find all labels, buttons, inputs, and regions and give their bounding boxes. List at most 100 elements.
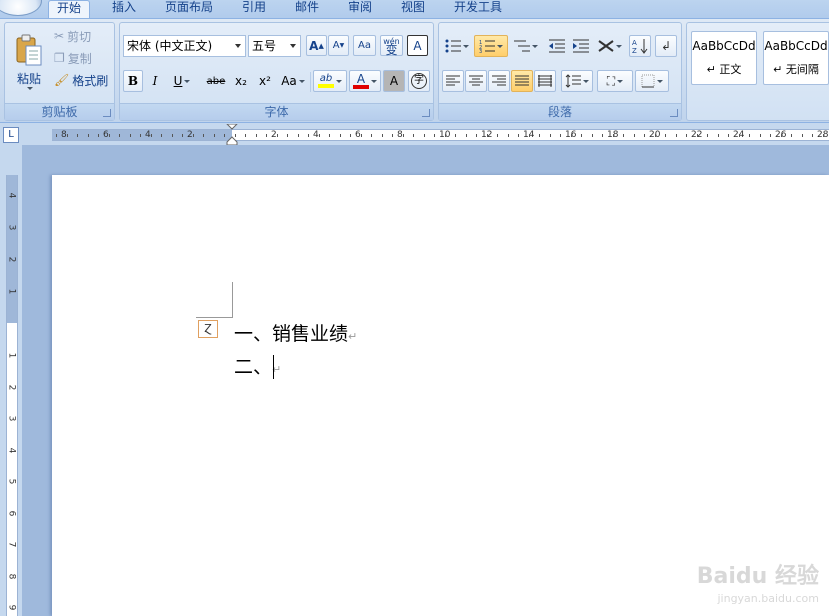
- ruler-tick: [759, 134, 761, 137]
- justify-icon: [515, 75, 529, 86]
- justify-button[interactable]: [511, 70, 533, 92]
- scissors-icon: ✂: [54, 29, 65, 43]
- subscript-button[interactable]: x₂: [230, 70, 252, 92]
- chevron-down-icon: [657, 79, 663, 83]
- character-shading-button[interactable]: A: [383, 70, 405, 92]
- clipboard-group: 粘贴 ✂ 剪切 ❐ 复制 🖌 格式刷 剪贴板: [4, 22, 115, 121]
- chevron-down-icon: [290, 44, 296, 48]
- multilevel-list-button[interactable]: [510, 35, 542, 57]
- list-item[interactable]: 一、销售业绩↵: [234, 323, 357, 348]
- ruler-tick: [150, 134, 152, 137]
- increase-indent-button[interactable]: [570, 35, 592, 57]
- paste-label: 粘贴: [16, 72, 41, 86]
- paragraph-launcher-icon[interactable]: [670, 109, 678, 117]
- style-normal[interactable]: AaBbCcDd ↵ 正文: [691, 31, 757, 85]
- font-size-dropdown[interactable]: 五号: [248, 35, 301, 57]
- chinese-layout-icon: [598, 40, 614, 52]
- tab-selector-button[interactable]: L: [3, 127, 19, 143]
- strikethrough-button[interactable]: abe: [204, 70, 228, 92]
- watermark: Baidu 经验 jingyan.baidu.com: [697, 566, 819, 610]
- paste-icon: [16, 34, 42, 66]
- watermark-url: jingyan.baidu.com: [717, 592, 819, 605]
- ruler-tick: [129, 134, 131, 137]
- tab-developer[interactable]: 开发工具: [446, 0, 510, 18]
- align-left-button[interactable]: [442, 70, 464, 92]
- ruler-strip[interactable]: 8642246810121416182022242628: [52, 124, 829, 146]
- tab-page-layout[interactable]: 页面布局: [157, 0, 221, 18]
- decrease-indent-button[interactable]: [546, 35, 568, 57]
- autocorrect-options-icon[interactable]: Ɀ: [198, 320, 218, 338]
- copy-icon: ❐: [54, 51, 65, 65]
- align-right-button[interactable]: [488, 70, 510, 92]
- ruler-tick: [612, 134, 614, 137]
- tab-mailings[interactable]: 邮件: [287, 0, 327, 18]
- highlight-button[interactable]: ab: [313, 70, 347, 92]
- cut-button[interactable]: ✂ 剪切: [53, 26, 113, 46]
- document-page[interactable]: Ɀ 一、销售业绩↵ 二、↵: [52, 175, 829, 616]
- clipboard-launcher-icon[interactable]: [103, 109, 111, 117]
- style-no-spacing[interactable]: AaBbCcDd ↵ 无间隔: [763, 31, 829, 85]
- italic-button[interactable]: I: [145, 70, 165, 92]
- tab-review[interactable]: 审阅: [340, 0, 380, 18]
- enclose-characters-button[interactable]: 字: [408, 70, 430, 92]
- align-right-icon: [492, 75, 506, 86]
- vertical-ruler-number: 4: [6, 447, 17, 453]
- ruler-tick: [224, 134, 225, 137]
- office-button[interactable]: [0, 0, 42, 16]
- font-color-button[interactable]: A: [349, 70, 381, 92]
- ruler-tick: [675, 134, 677, 137]
- format-painter-button[interactable]: 🖌 格式刷: [53, 70, 115, 90]
- phonetic-guide-button[interactable]: wén 变: [380, 35, 403, 56]
- ruler-tick: [717, 134, 719, 137]
- bullets-button[interactable]: [442, 35, 472, 57]
- line-spacing-button[interactable]: [561, 70, 593, 92]
- ruler-tick: [476, 134, 477, 137]
- indent-marker-icon[interactable]: [226, 124, 238, 146]
- copy-label: 复制: [67, 51, 92, 66]
- clear-format-button[interactable]: Aa: [353, 35, 376, 56]
- chevron-down-icon: [235, 44, 241, 48]
- align-center-button[interactable]: [465, 70, 487, 92]
- pilcrow-icon: ↲: [660, 39, 672, 53]
- ruler-tick: [287, 134, 288, 137]
- tab-home[interactable]: 开始: [48, 0, 91, 18]
- borders-button[interactable]: [635, 70, 669, 92]
- ruler-tick: [497, 134, 498, 137]
- vertical-ruler-number: 5: [6, 478, 17, 485]
- strikethrough-icon: abe: [206, 75, 226, 87]
- distributed-button[interactable]: [534, 70, 556, 92]
- shrink-font-button[interactable]: A ▼: [328, 35, 349, 56]
- show-marks-button[interactable]: ↲: [655, 35, 677, 57]
- font-name-dropdown[interactable]: 宋体 (中文正文): [123, 35, 246, 57]
- tab-view[interactable]: 视图: [393, 0, 433, 18]
- style-no-spacing-preview: AaBbCcDd: [764, 39, 828, 53]
- sort-button[interactable]: AZ: [629, 35, 651, 57]
- character-border-button[interactable]: A: [407, 35, 428, 56]
- ruler-tick: [77, 134, 78, 137]
- vertical-ruler-strip[interactable]: 4 3 2 1 1 2 3 4 5 6 7 8 9: [6, 175, 18, 616]
- tab-insert[interactable]: 插入: [104, 0, 144, 18]
- bold-button[interactable]: B: [123, 70, 143, 92]
- ruler-tick: [182, 134, 183, 137]
- shading-button[interactable]: ⛶: [597, 70, 633, 92]
- ruler-tick: [549, 134, 551, 137]
- list-item[interactable]: 二、↵: [234, 356, 281, 381]
- change-case-button[interactable]: Aa: [278, 70, 308, 92]
- font-launcher-icon[interactable]: [422, 109, 430, 117]
- paste-button[interactable]: 粘贴: [9, 26, 49, 98]
- ruler-tick: [318, 134, 320, 137]
- chevron-down-icon: [583, 79, 589, 83]
- vertical-ruler: 4 3 2 1 1 2 3 4 5 6 7 8 9: [0, 145, 22, 616]
- superscript-button[interactable]: x²: [254, 70, 276, 92]
- underline-button[interactable]: U: [168, 70, 196, 92]
- copy-button[interactable]: ❐ 复制: [53, 48, 113, 68]
- ruler-tick: [276, 134, 278, 137]
- ruler-tick: [623, 134, 624, 137]
- chinese-layout-button[interactable]: [594, 35, 626, 57]
- horizontal-ruler: L 8642246810121416182022242628: [0, 123, 829, 146]
- grow-font-button[interactable]: A ▲: [306, 35, 327, 56]
- tab-references[interactable]: 引用: [234, 0, 274, 18]
- ruler-tick: [108, 134, 110, 137]
- bullets-icon: [445, 39, 461, 53]
- numbering-button[interactable]: 123: [474, 35, 508, 57]
